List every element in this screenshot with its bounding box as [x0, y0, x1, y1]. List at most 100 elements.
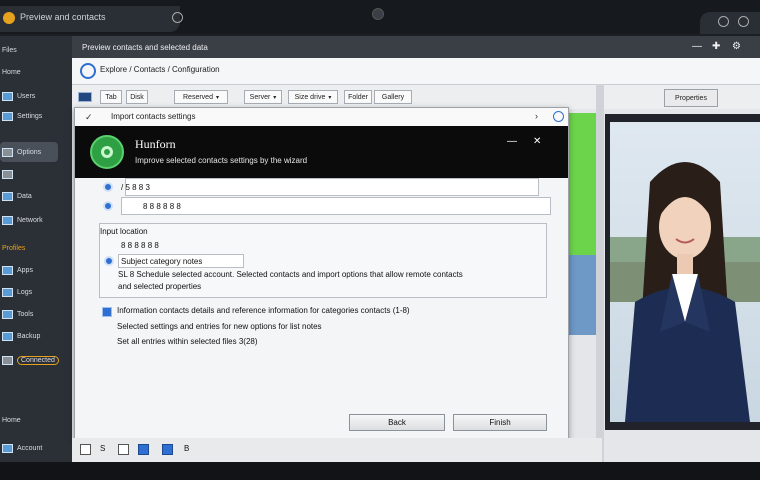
logs-icon: [2, 287, 13, 297]
close-icon[interactable]: [738, 16, 749, 27]
finish-button[interactable]: Finish: [453, 414, 547, 431]
dialog-minimize-icon[interactable]: ›: [535, 111, 538, 121]
sidebar-item[interactable]: Home: [2, 412, 21, 428]
minimize-icon[interactable]: —: [692, 41, 702, 52]
app-logo-icon: [3, 12, 15, 24]
account-icon: [2, 443, 13, 453]
window-title: Preview contacts and selected data: [82, 43, 208, 52]
info-line-3: Set all entries within selected files 3(…: [117, 337, 258, 346]
tools-icon: [2, 309, 13, 319]
toolbar-button[interactable]: Folder: [344, 90, 372, 104]
info-line-1: Information contacts details and referen…: [117, 306, 410, 315]
header-minimize-icon[interactable]: —: [507, 136, 517, 147]
option-row-1[interactable]: / 5 8 8 3: [103, 182, 150, 192]
monitor-bezel-bottom: [0, 462, 760, 480]
browser-icon: [80, 63, 96, 79]
info-icon: [102, 307, 112, 317]
group-row-value: 8 8 8 8 8 8: [121, 240, 159, 250]
users-icon: [2, 91, 13, 101]
settings-icon[interactable]: [718, 16, 729, 27]
settings-icon: [2, 111, 13, 121]
group-field[interactable]: Subject category notes: [118, 254, 244, 268]
address-bar[interactable]: Explore / Contacts / Configuration: [72, 58, 760, 85]
options-icon: [2, 147, 13, 157]
value-field-2[interactable]: [121, 197, 551, 215]
dialog-app-icon: ✓: [85, 112, 93, 122]
app-tab-title: Preview and contacts: [20, 12, 106, 22]
sidebar-item[interactable]: Tools: [2, 306, 33, 322]
preview-blue-panel: [568, 255, 596, 335]
value-field-1[interactable]: [125, 178, 539, 196]
maximize-icon[interactable]: ✚: [712, 41, 720, 52]
group-label: Input location: [100, 227, 148, 236]
sidebar-item[interactable]: [2, 166, 13, 182]
sidebar-item[interactable]: Account: [2, 440, 42, 456]
right-tab: [700, 12, 760, 34]
dialog-help-icon[interactable]: [553, 111, 564, 122]
sidebar-item[interactable]: Network: [2, 212, 43, 228]
sidebar: Files Home Users Settings Options Data N…: [0, 36, 72, 462]
toolbar-button[interactable]: Reserved ▾: [174, 90, 228, 104]
radio-icon[interactable]: [103, 201, 113, 211]
back-button[interactable]: Back: [349, 414, 445, 431]
radio-icon[interactable]: [104, 256, 114, 266]
network-icon: [2, 215, 13, 225]
data-icon: [2, 191, 13, 201]
reload-icon[interactable]: [172, 12, 183, 23]
window-titlebar: Preview contacts and selected data — ✚ ⚙: [72, 36, 760, 58]
dialog-header-title: Hunforn: [135, 137, 176, 151]
contact-photo: [610, 122, 760, 422]
properties-button[interactable]: Properties: [664, 89, 718, 107]
status-bar: S B: [72, 438, 602, 462]
group-line-1: SL 8 Schedule selected account. Selected…: [118, 270, 463, 279]
sidebar-item[interactable]: Settings: [2, 108, 42, 124]
status-label-s: S: [100, 444, 106, 453]
save-icon[interactable]: [138, 444, 149, 455]
sidebar-item[interactable]: Logs: [2, 284, 32, 300]
header-close-icon[interactable]: ✕: [533, 136, 541, 147]
doc-icon[interactable]: [118, 444, 129, 455]
group-line-2: and selected properties: [118, 282, 202, 291]
input-location-group: Input location 8 8 8 8 8 8 Subject categ…: [99, 223, 547, 298]
toolbar-button[interactable]: Disk: [126, 90, 148, 104]
sidebar-item[interactable]: Backup: [2, 328, 40, 344]
apps-icon: [2, 265, 13, 275]
dialog-title: Import contacts settings: [111, 112, 196, 121]
toolbar-color-icon[interactable]: [78, 92, 92, 102]
sidebar-item[interactable]: Files: [2, 42, 17, 58]
status-label-b: B: [184, 444, 190, 453]
sidebar-item[interactable]: Connected: [2, 352, 59, 368]
connected-icon: [2, 355, 13, 365]
sidebar-item[interactable]: Options: [2, 144, 41, 160]
report-icon: [2, 169, 13, 179]
sidebar-item[interactable]: Apps: [2, 262, 33, 278]
sidebar-item[interactable]: Profiles: [2, 240, 25, 256]
option-row-2[interactable]: 8 8 8 8 8 8: [103, 201, 181, 211]
dialog-titlebar: ✓ Import contacts settings ›: [75, 108, 568, 127]
dialog-header: Hunforn Improve selected contacts settin…: [75, 126, 568, 178]
import-dialog: ✓ Import contacts settings › Hunforn Imp…: [74, 107, 569, 441]
sidebar-item[interactable]: Users: [2, 88, 35, 104]
toolbar-button[interactable]: Gallery: [374, 90, 412, 104]
toolbar: Tab Disk Reserved ▾ Server ▾ Size drive ▾ F…: [72, 85, 760, 109]
toolbar-button[interactable]: Tab: [100, 90, 122, 104]
dialog-header-subtitle: Improve selected contacts settings by th…: [135, 156, 308, 165]
doc-icon[interactable]: [80, 444, 91, 455]
gear-icon[interactable]: ⚙: [732, 41, 741, 52]
toolbar-button[interactable]: Size drive ▾: [288, 90, 338, 104]
radio-icon[interactable]: [103, 182, 113, 192]
splitter[interactable]: [596, 84, 604, 462]
contact-photo-image: [610, 122, 760, 422]
option-row-1-value: / 5 8 8 3: [121, 182, 150, 192]
address-text: Explore / Contacts / Configuration: [100, 65, 220, 74]
toolbar-button[interactable]: Server ▾: [244, 90, 282, 104]
sidebar-item[interactable]: Data: [2, 188, 32, 204]
option-row-2-value: 8 8 8 8 8 8: [143, 201, 181, 211]
info-line-2: Selected settings and entries for new op…: [117, 322, 322, 331]
group-option-row[interactable]: 8 8 8 8 8 8: [103, 240, 159, 250]
backup-icon: [2, 331, 13, 341]
save-icon[interactable]: [162, 444, 173, 455]
wizard-logo-icon: [90, 135, 124, 169]
webcam-icon: [372, 8, 384, 20]
sidebar-item[interactable]: Home: [2, 64, 21, 80]
